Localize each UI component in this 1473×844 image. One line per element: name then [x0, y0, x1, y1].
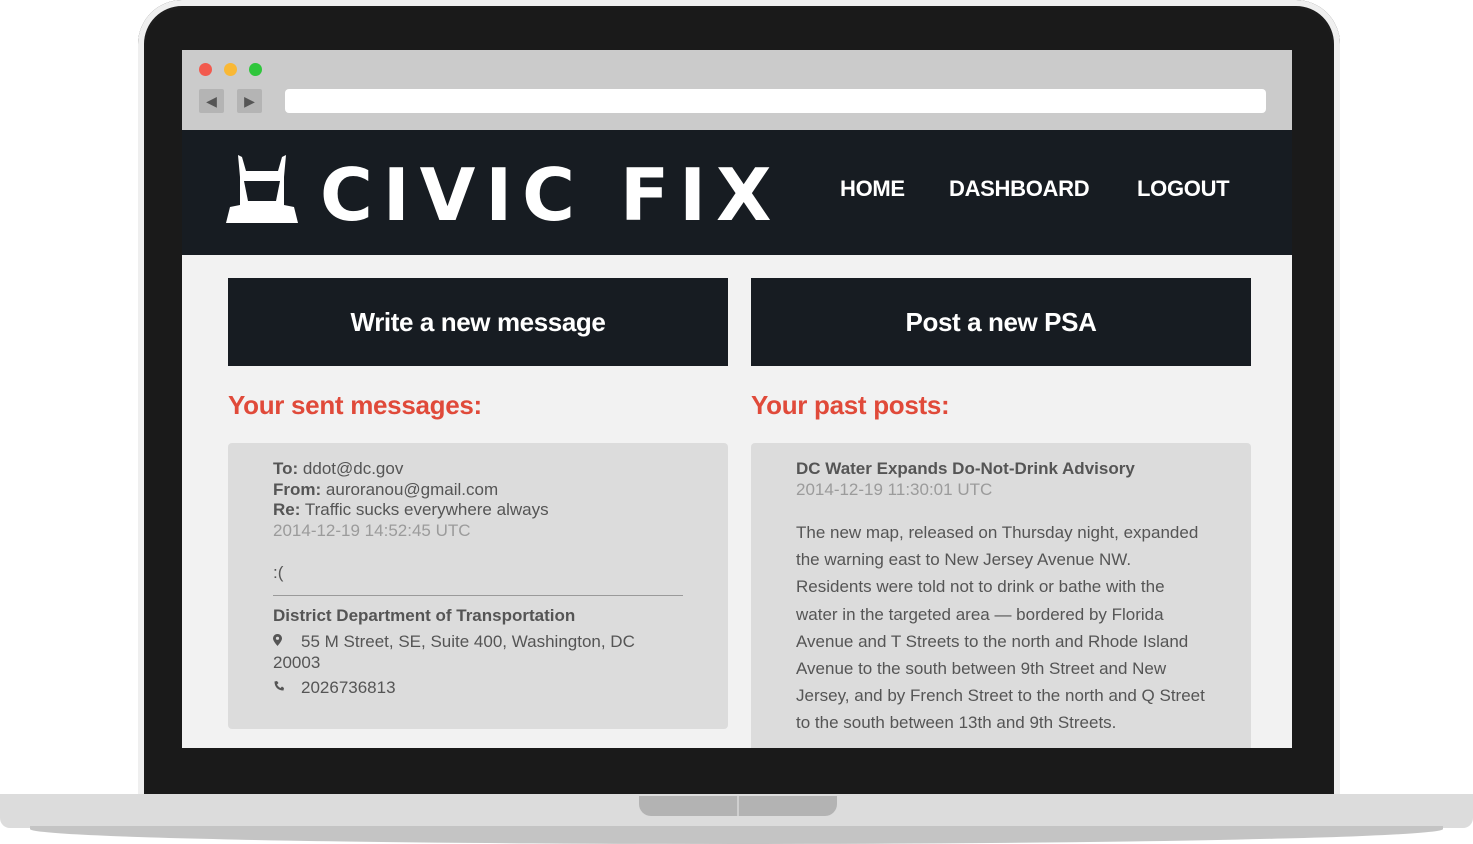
site-logo[interactable]: CIVIC FIX	[320, 150, 782, 240]
message-from-row: From: auroranou@gmail.com	[273, 480, 684, 501]
nav-dashboard[interactable]: DASHBOARD	[949, 174, 1090, 204]
url-bar[interactable]	[285, 89, 1266, 113]
close-window-button[interactable]	[199, 63, 212, 76]
from-value: auroranou@gmail.com	[325, 479, 499, 499]
past-posts-heading: Your past posts:	[751, 390, 950, 420]
laptop-notch-divider	[737, 796, 739, 816]
site-header: CIVIC FIX HOME DASHBOARD LOGOUT	[182, 130, 1292, 255]
from-label: From:	[273, 479, 322, 499]
write-message-button[interactable]: Write a new message	[228, 278, 728, 366]
message-body: :(	[273, 563, 284, 582]
past-post-card[interactable]: DC Water Expands Do-Not-Drink Advisory 2…	[751, 443, 1251, 748]
phone-value: 2026736813	[301, 678, 396, 697]
post-timestamp: 2014-12-19 11:30:01 UTC	[796, 479, 993, 499]
sent-messages-heading: Your sent messages:	[228, 390, 482, 420]
sent-message-card[interactable]: To: ddot@dc.gov From: auroranou@gmail.co…	[228, 443, 728, 729]
maximize-window-button[interactable]	[249, 63, 262, 76]
address-line-1: 55 M Street, SE, Suite 400, Washington, …	[301, 631, 635, 651]
department-phone: 2026736813	[273, 677, 684, 699]
re-label: Re:	[273, 500, 301, 519]
department-name: District Department of Transportation	[273, 606, 576, 625]
minimize-window-button[interactable]	[224, 63, 237, 76]
back-arrow-icon[interactable]: ◀	[199, 89, 224, 113]
to-label: To:	[273, 459, 299, 478]
re-value: Traffic sucks everywhere always	[304, 500, 549, 519]
address-line-2: 20003	[273, 652, 321, 672]
to-value: ddot@dc.gov	[302, 459, 404, 478]
browser-chrome: ◀ ▶	[182, 50, 1292, 130]
post-title: DC Water Expands Do-Not-Drink Advisory	[796, 459, 1135, 478]
message-to-row: To: ddot@dc.gov	[273, 459, 684, 480]
forward-arrow-icon[interactable]: ▶	[237, 89, 262, 113]
phone-icon	[273, 677, 301, 699]
screen: ◀ ▶ CIVIC FIX HOME DASHBOARD LOGOUT Writ…	[182, 50, 1292, 748]
nav-logout[interactable]: LOGOUT	[1137, 174, 1230, 204]
post-psa-button[interactable]: Post a new PSA	[751, 278, 1251, 366]
post-body: The new map, released on Thursday night,…	[796, 523, 1205, 733]
laptop-base-shadow	[30, 826, 1443, 844]
nav-home[interactable]: HOME	[840, 174, 905, 204]
message-divider	[273, 595, 683, 596]
department-address: 55 M Street, SE, Suite 400, Washington, …	[273, 631, 684, 653]
message-re-row: Re: Traffic sucks everywhere always	[273, 500, 684, 521]
hooded-figure-icon[interactable]	[226, 155, 298, 223]
message-timestamp: 2014-12-19 14:52:45 UTC	[273, 520, 471, 540]
map-pin-icon	[273, 631, 301, 653]
